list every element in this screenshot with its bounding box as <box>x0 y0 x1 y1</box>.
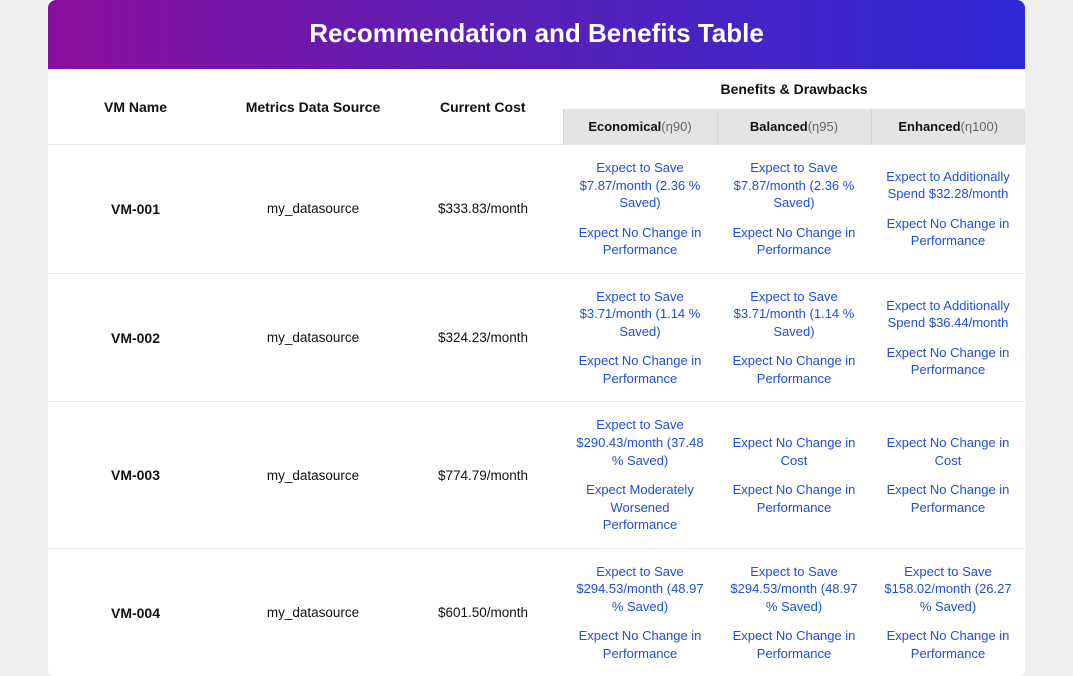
col-header-current-cost: Current Cost <box>403 69 563 145</box>
cell-bal: Expect to Save $3.71/month (1.14 % Saved… <box>717 273 871 402</box>
table-row: VM-002my_datasource$324.23/monthExpect t… <box>48 273 1025 402</box>
benefit-line: Expect to Additionally Spend $36.44/mont… <box>881 297 1015 332</box>
cell-econ: Expect to Save $3.71/month (1.14 % Saved… <box>563 273 717 402</box>
col-subheader-label: Balanced <box>750 119 808 134</box>
col-subheader-quantile: (η95) <box>808 119 838 134</box>
benefit-line: Expect to Save $7.87/month (2.36 % Saved… <box>727 159 861 212</box>
col-subheader-label: Enhanced <box>898 119 960 134</box>
cell-bal: Expect to Save $294.53/month (48.97 % Sa… <box>717 548 871 676</box>
benefit-line: Expect to Additionally Spend $32.28/mont… <box>881 168 1015 203</box>
cell-current-cost: $774.79/month <box>403 402 563 548</box>
col-header-data-source: Metrics Data Source <box>223 69 403 145</box>
performance-line: Expect No Change in Performance <box>727 352 861 387</box>
performance-line: Expect No Change in Performance <box>573 352 707 387</box>
table-row: VM-004my_datasource$601.50/monthExpect t… <box>48 548 1025 676</box>
col-subheader-quantile: (η90) <box>661 119 691 134</box>
cell-data-source: my_datasource <box>223 548 403 676</box>
col-header-vm-name: VM Name <box>48 69 223 145</box>
cell-econ: Expect to Save $290.43/month (37.48 % Sa… <box>563 402 717 548</box>
cell-current-cost: $324.23/month <box>403 273 563 402</box>
cell-econ: Expect to Save $7.87/month (2.36 % Saved… <box>563 145 717 274</box>
benefit-line: Expect to Save $3.71/month (1.14 % Saved… <box>573 288 707 341</box>
cell-vm-name: VM-002 <box>48 273 223 402</box>
col-subheader-enhanced: Enhanced(η100) <box>871 109 1025 145</box>
cell-econ: Expect to Save $294.53/month (48.97 % Sa… <box>563 548 717 676</box>
recommendation-table: VM Name Metrics Data Source Current Cost… <box>48 69 1025 676</box>
performance-line: Expect No Change in Performance <box>881 344 1015 379</box>
performance-line: Expect No Change in Performance <box>727 224 861 259</box>
col-subheader-economical: Economical(η90) <box>563 109 717 145</box>
cell-current-cost: $333.83/month <box>403 145 563 274</box>
benefit-line: Expect to Save $290.43/month (37.48 % Sa… <box>573 416 707 469</box>
cell-data-source: my_datasource <box>223 145 403 274</box>
cell-data-source: my_datasource <box>223 402 403 548</box>
cell-data-source: my_datasource <box>223 273 403 402</box>
cell-bal: Expect No Change in Cost Expect No Change… <box>717 402 871 548</box>
table-row: VM-003my_datasource$774.79/monthExpect t… <box>48 402 1025 548</box>
performance-line: Expect No Change in Performance <box>881 481 1015 516</box>
cell-vm-name: VM-004 <box>48 548 223 676</box>
performance-line: Expect No Change in Performance <box>573 224 707 259</box>
table-row: VM-001my_datasource$333.83/monthExpect t… <box>48 145 1025 274</box>
table-title: Recommendation and Benefits Table <box>48 0 1025 69</box>
col-subheader-quantile: (η100) <box>961 119 999 134</box>
benefit-line: Expect No Change in Cost <box>881 434 1015 469</box>
recommendation-table-card: Recommendation and Benefits Table VM Nam… <box>48 0 1025 676</box>
performance-line: Expect No Change in Performance <box>727 481 861 516</box>
benefit-line: Expect to Save $3.71/month (1.14 % Saved… <box>727 288 861 341</box>
benefit-line: Expect to Save $294.53/month (48.97 % Sa… <box>727 563 861 616</box>
performance-line: Expect No Change in Performance <box>727 627 861 662</box>
cell-vm-name: VM-003 <box>48 402 223 548</box>
performance-line: Expect No Change in Performance <box>881 627 1015 662</box>
cell-enh: Expect to Additionally Spend $36.44/mont… <box>871 273 1025 402</box>
col-subheader-label: Economical <box>588 119 661 134</box>
benefit-line: Expect to Save $158.02/month (26.27 % Sa… <box>881 563 1015 616</box>
cell-bal: Expect to Save $7.87/month (2.36 % Saved… <box>717 145 871 274</box>
benefit-line: Expect to Save $294.53/month (48.97 % Sa… <box>573 563 707 616</box>
cell-vm-name: VM-001 <box>48 145 223 274</box>
cell-current-cost: $601.50/month <box>403 548 563 676</box>
cell-enh: Expect No Change in Cost Expect No Change… <box>871 402 1025 548</box>
performance-line: Expect No Change in Performance <box>881 215 1015 250</box>
performance-line: Expect No Change in Performance <box>573 627 707 662</box>
col-header-benefits-drawbacks: Benefits & Drawbacks <box>563 69 1025 109</box>
benefit-line: Expect No Change in Cost <box>727 434 861 469</box>
performance-line: Expect Moderately Worsened Performance <box>573 481 707 534</box>
benefit-line: Expect to Save $7.87/month (2.36 % Saved… <box>573 159 707 212</box>
cell-enh: Expect to Save $158.02/month (26.27 % Sa… <box>871 548 1025 676</box>
col-subheader-balanced: Balanced(η95) <box>717 109 871 145</box>
cell-enh: Expect to Additionally Spend $32.28/mont… <box>871 145 1025 274</box>
